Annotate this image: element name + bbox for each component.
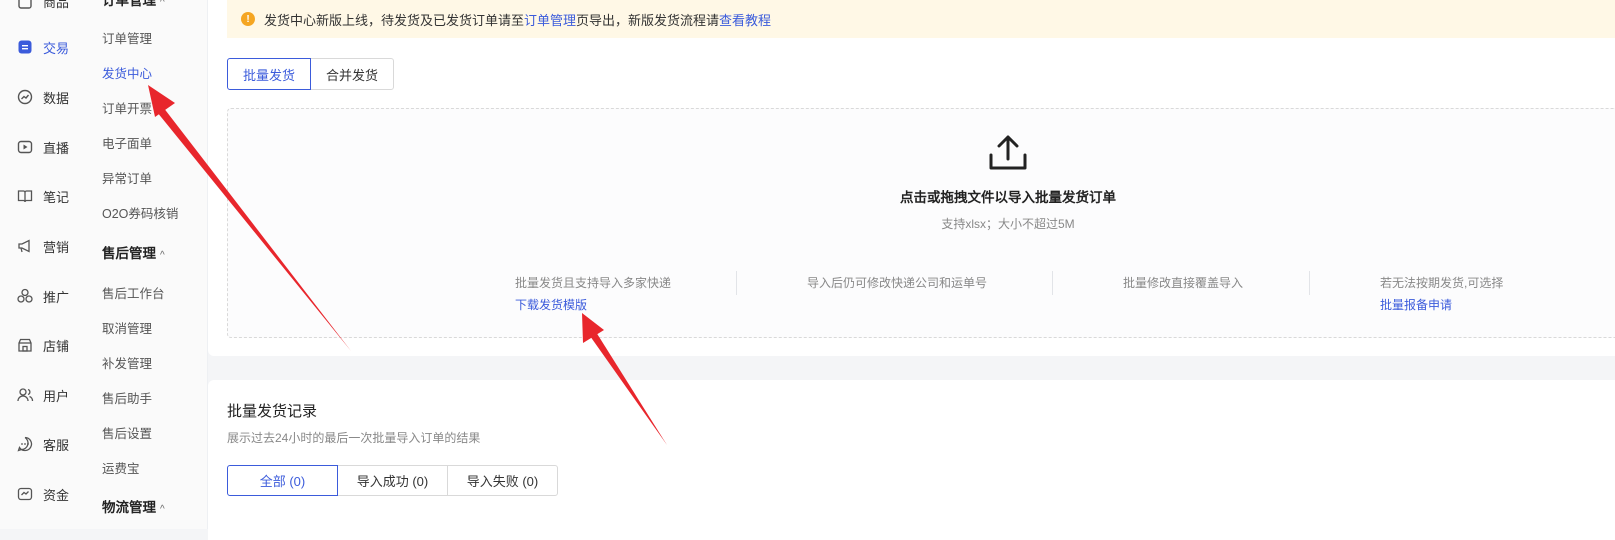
filter-failed[interactable]: 导入失败 (0) bbox=[447, 465, 558, 496]
nav-item-data[interactable]: 数据 bbox=[16, 86, 69, 108]
nav-group-logistics[interactable]: 物流管理 ^ bbox=[102, 496, 165, 516]
notice-text: 页导出，新版发货流程请 bbox=[576, 12, 720, 28]
nav-item-notes[interactable]: 笔记 bbox=[16, 185, 69, 207]
nav-item-reship-manage[interactable]: 补发管理 bbox=[102, 353, 152, 372]
ship-mode-tabs: 批量发货 合并发货 bbox=[227, 58, 395, 90]
nav-item-users[interactable]: 用户 bbox=[16, 384, 69, 406]
feature-item: 批量修改直接覆盖导入 bbox=[1123, 276, 1244, 290]
notice-banner: ! 发货中心新版上线，待发货及已发货订单请至 订单管理 页导出，新版发货流程请 查看教… bbox=[227, 0, 1615, 38]
nav-item-abnormal-orders[interactable]: 异常订单 bbox=[102, 168, 152, 187]
divider bbox=[1309, 271, 1310, 295]
nav-label: 笔记 bbox=[43, 189, 70, 205]
upload-subtitle: 支持xlsx；大小不超过5M bbox=[941, 217, 1075, 231]
caret-up-icon: ^ bbox=[160, 0, 165, 8]
batch-report-link[interactable]: 批量报备申请 bbox=[1380, 296, 1503, 313]
clipboard-icon bbox=[18, 40, 32, 54]
tab-batch-ship[interactable]: 批量发货 bbox=[227, 58, 312, 90]
shop-icon bbox=[18, 338, 32, 352]
view-tutorial-link[interactable]: 查看教程 bbox=[719, 10, 771, 29]
nav-label: 客服 bbox=[43, 437, 70, 453]
filter-all[interactable]: 全部 (0) bbox=[227, 465, 338, 496]
nav-item-order-manage[interactable]: 订单管理 bbox=[102, 28, 152, 47]
play-icon bbox=[17, 140, 33, 154]
nav-item-trade[interactable]: 交易 bbox=[16, 36, 69, 58]
tab-merge-ship[interactable]: 合并发货 bbox=[310, 58, 395, 90]
filter-success[interactable]: 导入成功 (0) bbox=[337, 465, 448, 496]
upload-title: 点击或拖拽文件以导入批量发货订单 bbox=[900, 190, 1116, 205]
records-title: 批量发货记录 bbox=[227, 403, 318, 420]
nav-label: 数据 bbox=[43, 90, 70, 106]
nav-label: 资金 bbox=[43, 487, 70, 503]
feature-item: 批量发货且支持导入多家快递 下载发货模版 bbox=[515, 276, 672, 313]
book-icon bbox=[17, 190, 33, 203]
nav-item-service[interactable]: 客服 bbox=[16, 433, 69, 455]
notice-text: 发货中心新版上线，待发货及已发货订单请至 bbox=[264, 12, 525, 28]
secondary-nav: 订单管理 ^ 订单管理 发货中心 订单开票 电子面单 异常订单 O2O券码核销 售… bbox=[90, 0, 208, 529]
caret-up-icon: ^ bbox=[160, 250, 165, 261]
nav-item-aftersale-assistant[interactable]: 售后助手 bbox=[102, 388, 152, 407]
primary-nav: 商品 交易 数据 直播 笔记 营销 推广 店铺 用户 客服 资金 bbox=[0, 0, 90, 529]
nav-item-live[interactable]: 直播 bbox=[16, 136, 69, 158]
bag-icon bbox=[18, 0, 32, 9]
records-filter-tabs: 全部 (0) 导入成功 (0) 导入失败 (0) bbox=[227, 465, 558, 496]
nav-group-orders[interactable]: 订单管理 ^ bbox=[102, 0, 165, 9]
divider bbox=[736, 271, 737, 295]
nav-label: 商品 bbox=[43, 0, 70, 10]
megaphone-icon bbox=[18, 239, 30, 253]
download-template-link[interactable]: 下载发货模版 bbox=[515, 296, 671, 313]
chart-icon bbox=[17, 89, 33, 105]
nav-label: 推广 bbox=[43, 289, 70, 305]
chat-icon bbox=[17, 436, 33, 452]
nav-item-shipping-center[interactable]: 发货中心 bbox=[102, 63, 152, 82]
nav-item-shop[interactable]: 店铺 bbox=[16, 334, 69, 356]
wallet-icon bbox=[17, 487, 33, 501]
feature-item: 导入后仍可修改快递公司和运单号 bbox=[807, 276, 988, 290]
feature-item: 若无法按期发货,可选择 批量报备申请 bbox=[1380, 276, 1504, 313]
nav-label: 直播 bbox=[43, 140, 70, 156]
batch-ship-card: ! 发货中心新版上线，待发货及已发货订单请至 订单管理 页导出，新版发货流程请 查看教… bbox=[208, 0, 1615, 356]
nav-item-aftersale-desk[interactable]: 售后工作台 bbox=[102, 283, 165, 302]
warning-icon: ! bbox=[241, 12, 255, 26]
nav-label: 用户 bbox=[43, 388, 70, 404]
nav-group-aftersale[interactable]: 售后管理 ^ bbox=[102, 242, 165, 262]
nav-label: 营销 bbox=[43, 239, 70, 255]
caret-up-icon: ^ bbox=[160, 504, 165, 515]
promo-icon bbox=[17, 288, 33, 303]
nav-item-goods[interactable]: 商品 bbox=[16, 0, 69, 12]
nav-item-cancel-manage[interactable]: 取消管理 bbox=[102, 318, 152, 337]
divider bbox=[1052, 271, 1053, 295]
nav-item-invoice[interactable]: 订单开票 bbox=[102, 98, 152, 117]
upload-icon bbox=[989, 135, 1027, 170]
nav-item-o2o-verify[interactable]: O2O券码核销 bbox=[102, 203, 178, 222]
upload-dropzone[interactable]: 点击或拖拽文件以导入批量发货订单 支持xlsx；大小不超过5M 批量发货且支持导… bbox=[227, 108, 1615, 338]
users-icon bbox=[17, 388, 34, 402]
nav-item-funds[interactable]: 资金 bbox=[16, 483, 69, 505]
nav-item-freight-insurance[interactable]: 运费宝 bbox=[102, 458, 140, 477]
nav-item-promo[interactable]: 推广 bbox=[16, 285, 69, 307]
nav-item-marketing[interactable]: 营销 bbox=[16, 235, 69, 257]
records-subtitle: 展示过去24小时的最后一次批量导入订单的结果 bbox=[227, 431, 481, 445]
order-manage-link[interactable]: 订单管理 bbox=[524, 10, 576, 29]
nav-item-aftersale-settings[interactable]: 售后设置 bbox=[102, 423, 152, 442]
main-content: ! 发货中心新版上线，待发货及已发货订单请至 订单管理 页导出，新版发货流程请 查看教… bbox=[208, 0, 1615, 540]
nav-item-e-waybill[interactable]: 电子面单 bbox=[102, 133, 152, 152]
nav-label: 店铺 bbox=[43, 338, 70, 354]
batch-records-card: 批量发货记录 展示过去24小时的最后一次批量导入订单的结果 全部 (0) 导入成… bbox=[208, 380, 1615, 540]
nav-label: 交易 bbox=[43, 40, 70, 56]
